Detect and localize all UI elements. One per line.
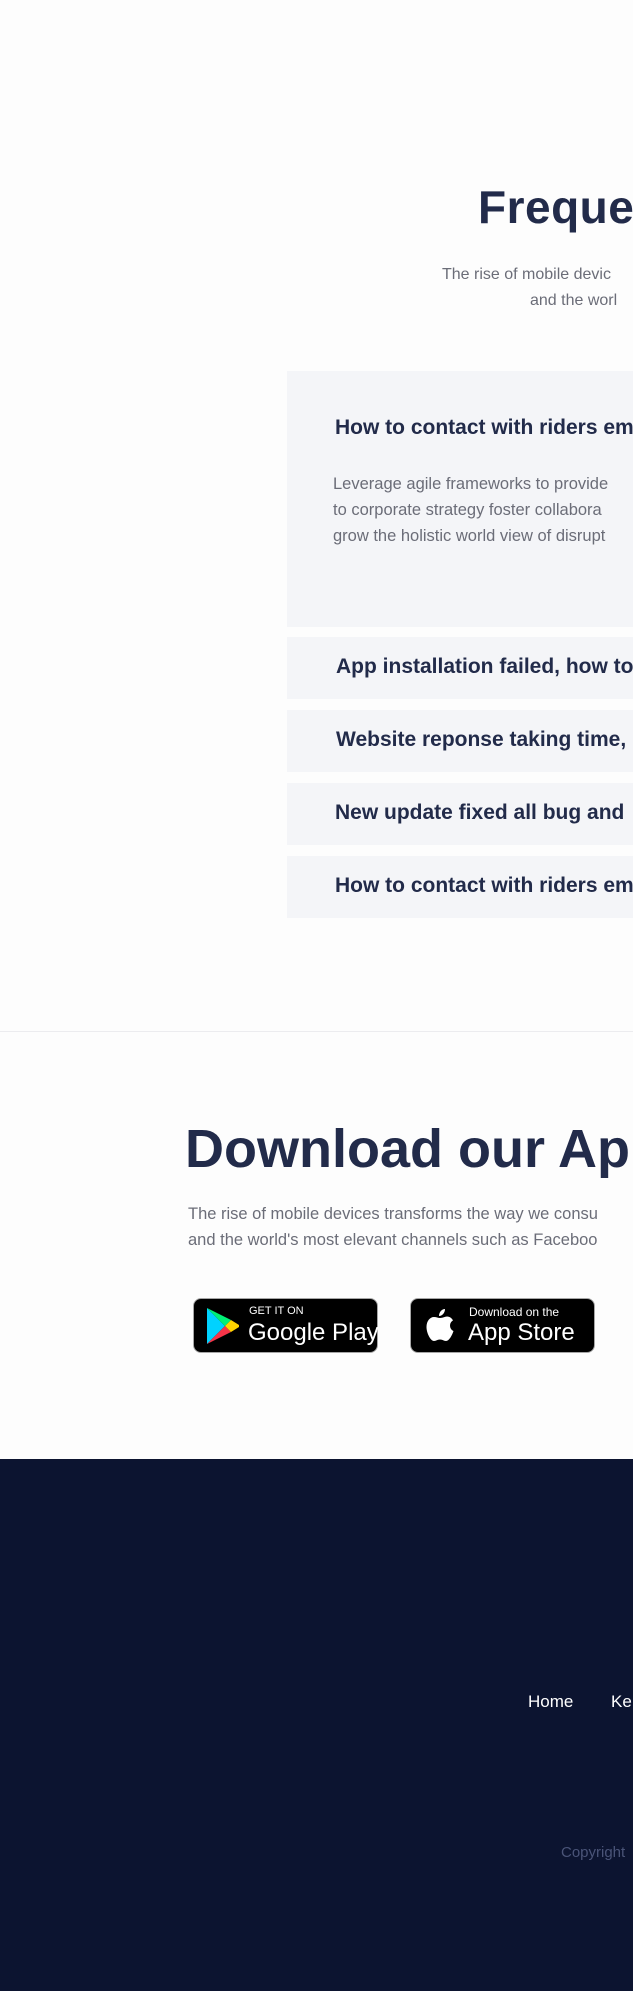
footer-link-ke[interactable]: Ke bbox=[611, 1692, 632, 1712]
faq-answer-line: grow the holistic world view of disrupt bbox=[333, 527, 606, 545]
faq-title: Frequen bbox=[478, 181, 633, 233]
faq-question[interactable]: New update fixed all bug and bbox=[335, 801, 624, 825]
download-title: Download our App bbox=[185, 1119, 633, 1179]
faq-answer: Leverage agile frameworks to provide to … bbox=[333, 471, 608, 549]
apple-icon bbox=[426, 1309, 454, 1341]
google-play-icon bbox=[207, 1308, 239, 1344]
faq-item-expanded[interactable]: How to contact with riders em Leverage a… bbox=[287, 371, 633, 627]
faq-answer-line: to corporate strategy foster collabora bbox=[333, 501, 602, 519]
faq-answer-line: Leverage agile frameworks to provide bbox=[333, 475, 609, 493]
faq-item[interactable]: App installation failed, how to bbox=[287, 637, 633, 699]
faq-item[interactable]: How to contact with riders em bbox=[287, 856, 633, 918]
google-play-small-text: GET IT ON bbox=[249, 1305, 304, 1317]
download-text-line-2: and the world's most elevant channels su… bbox=[188, 1231, 598, 1249]
faq-item[interactable]: New update fixed all bug and bbox=[287, 783, 633, 845]
faq-item[interactable]: Website reponse taking time, bbox=[287, 710, 633, 772]
faq-question[interactable]: App installation failed, how to bbox=[336, 655, 633, 679]
section-divider bbox=[0, 1031, 633, 1032]
google-play-button[interactable]: GET IT ON Google Play bbox=[193, 1298, 379, 1353]
faq-question[interactable]: How to contact with riders em bbox=[335, 874, 633, 898]
google-play-big-text: Google Play bbox=[248, 1319, 379, 1346]
app-store-big-text: App Store bbox=[468, 1319, 575, 1346]
footer: Home Ke Copyright bbox=[0, 1459, 633, 1991]
app-store-small-text: Download on the bbox=[469, 1305, 560, 1319]
faq-question[interactable]: Website reponse taking time, bbox=[336, 728, 626, 752]
copyright-text: Copyright bbox=[561, 1844, 626, 1861]
faq-subtitle-line-2: and the worl bbox=[530, 292, 618, 309]
faq-subtitle-line-1: The rise of mobile devic bbox=[442, 266, 611, 283]
download-text-line-1: The rise of mobile devices transforms th… bbox=[188, 1205, 598, 1223]
app-store-button[interactable]: Download on the App Store bbox=[410, 1298, 595, 1353]
faq-question[interactable]: How to contact with riders em bbox=[335, 416, 633, 440]
footer-link-home[interactable]: Home bbox=[528, 1692, 573, 1712]
